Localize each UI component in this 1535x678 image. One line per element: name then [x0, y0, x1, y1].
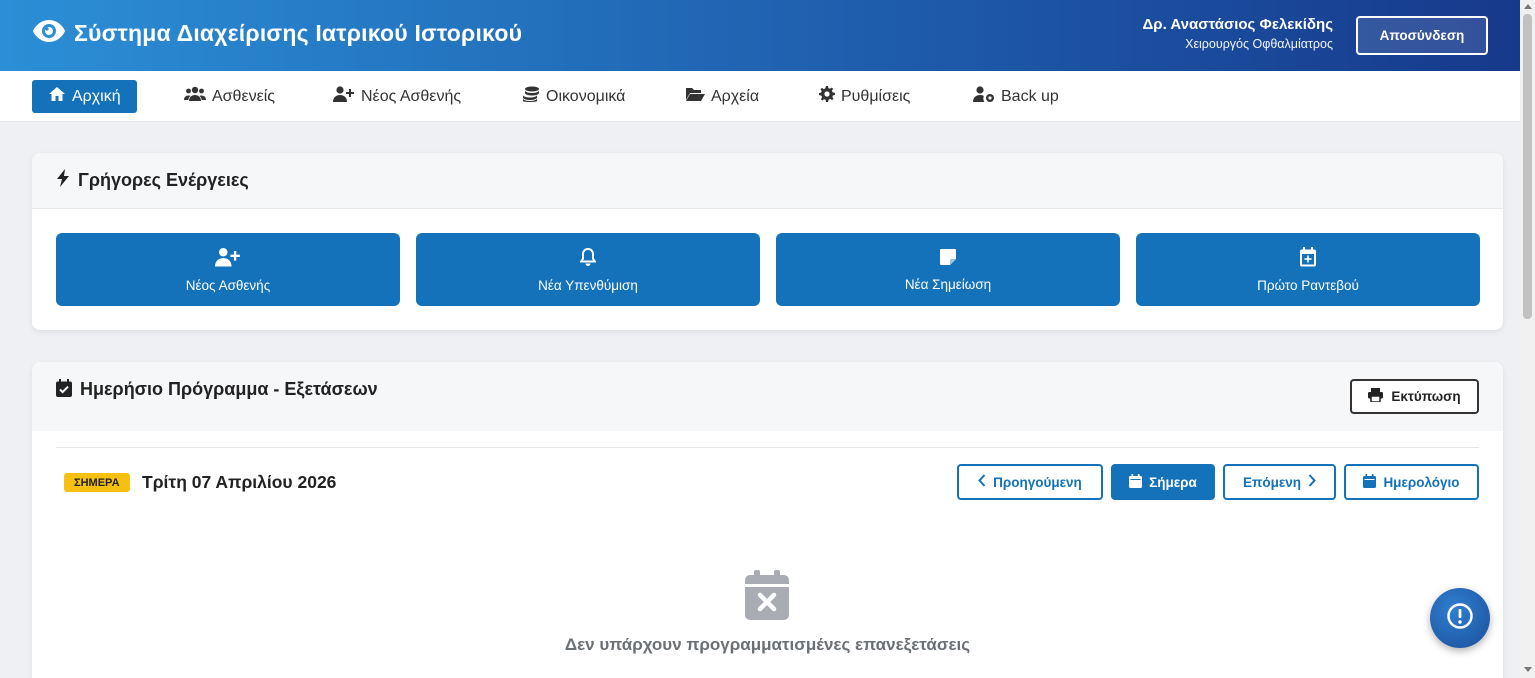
- gear-icon: [819, 86, 835, 107]
- quick-action-label: Πρώτο Ραντεβού: [1257, 277, 1359, 293]
- quick-actions-title: Γρήγορες Ενέργειες: [78, 170, 249, 190]
- brand: Σύστημα Διαχείρισης Ιατρικού Ιστορικού: [32, 18, 522, 49]
- nav-item-label: Οικονομικά: [546, 87, 626, 105]
- calendar-button[interactable]: Ημερολόγιο: [1344, 464, 1479, 500]
- nav-item-new-patient[interactable]: Νέος Ασθενής: [329, 80, 465, 113]
- current-date: Τρίτη 07 Απριλίου 2026: [142, 472, 337, 492]
- calendar-check-icon: [56, 379, 72, 402]
- next-day-button[interactable]: Επόμενη: [1223, 464, 1336, 500]
- nav-item-label: Αρχική: [72, 87, 121, 105]
- nav-item-label: Back up: [1001, 87, 1059, 105]
- printer-icon: [1368, 388, 1384, 405]
- user-plus-icon: [333, 86, 355, 107]
- scroll-down-arrow-icon[interactable]: [1524, 667, 1532, 672]
- bell-icon: [579, 247, 597, 272]
- calendar-x-icon: [745, 570, 789, 625]
- previous-label: Προηγούμενη: [993, 474, 1082, 490]
- user-name: Δρ. Αναστάσιος Φελεκίδης: [1142, 16, 1333, 33]
- user-info: Δρ. Αναστάσιος Φελεκίδης Χειρουργός Οφθα…: [1143, 16, 1333, 51]
- exclamation-circle-icon: [1446, 602, 1474, 635]
- app-header: Σύστημα Διαχείρισης Ιατρικού Ιστορικού Δ…: [0, 0, 1520, 71]
- print-button[interactable]: Εκτύπωση: [1350, 379, 1479, 414]
- calendar-icon: [1363, 473, 1377, 491]
- logout-button[interactable]: Αποσύνδεση: [1356, 16, 1488, 55]
- nav-item-label: Ασθενείς: [212, 87, 275, 105]
- bolt-icon: [56, 169, 70, 192]
- users-icon: [184, 86, 206, 107]
- main-nav: Αρχική Ασθενείς Νέος Ασθενής Οικονομικά …: [0, 71, 1520, 122]
- quick-actions-header: Γρήγορες Ενέργειες: [32, 153, 1503, 209]
- quick-new-note-button[interactable]: Νέα Σημείωση: [776, 233, 1120, 306]
- quick-new-patient-button[interactable]: Νέος Ασθενής: [56, 233, 400, 306]
- chevron-right-icon: [1308, 474, 1316, 490]
- user-cog-icon: [973, 86, 995, 107]
- alert-fab-button[interactable]: [1430, 588, 1490, 648]
- calendar-icon: [1129, 473, 1143, 491]
- quick-actions-card: Γρήγορες Ενέργειες Νέος Ασθενής Νέα Υπεν…: [32, 153, 1503, 330]
- schedule-title: Ημερήσιο Πρόγραμμα - Εξετάσεων: [80, 379, 378, 399]
- user-role: Χειρουργός Οφθαλμίατρος: [1185, 37, 1333, 51]
- user-plus-icon: [215, 247, 241, 272]
- quick-first-appointment-button[interactable]: Πρώτο Ραντεβού: [1136, 233, 1480, 306]
- calendar-label: Ημερολόγιο: [1383, 474, 1460, 490]
- schedule-header: Ημερήσιο Πρόγραμμα - Εξετάσεων: [32, 362, 1503, 431]
- app-title: Σύστημα Διαχείρισης Ιατρικού Ιστορικού: [74, 20, 523, 46]
- scroll-up-arrow-icon[interactable]: [1524, 4, 1532, 9]
- quick-new-reminder-button[interactable]: Νέα Υπενθύμιση: [416, 233, 760, 306]
- scroll-thumb[interactable]: [1523, 14, 1532, 319]
- empty-schedule-message: Δεν υπάρχουν προγραμματισμένες επανεξετά…: [564, 635, 971, 654]
- nav-item-label: Ρυθμίσεις: [841, 87, 911, 105]
- next-label: Επόμενη: [1242, 474, 1301, 490]
- nav-item-backup[interactable]: Back up: [969, 80, 1063, 113]
- nav-item-settings[interactable]: Ρυθμίσεις: [815, 80, 914, 113]
- daily-schedule-card: Ημερήσιο Πρόγραμμα - Εξετάσεων Εκτύπωση …: [32, 362, 1503, 678]
- quick-action-label: Νέα Υπενθύμιση: [538, 277, 638, 293]
- nav-item-files[interactable]: Αρχεία: [681, 80, 763, 113]
- nav-item-finance[interactable]: Οικονομικά: [518, 80, 629, 113]
- eye-icon: [32, 18, 66, 49]
- today-label: Σήμερα: [1149, 474, 1197, 490]
- calendar-plus-icon: [1299, 246, 1317, 272]
- nav-item-label: Νέος Ασθενής: [361, 87, 462, 105]
- folder-open-icon: [685, 86, 705, 107]
- nav-item-patients[interactable]: Ασθενείς: [180, 80, 279, 113]
- previous-day-button[interactable]: Προηγούμενη: [957, 464, 1103, 500]
- home-icon: [48, 86, 66, 107]
- page-scrollbar[interactable]: [1520, 0, 1535, 678]
- chevron-left-icon: [978, 474, 986, 490]
- quick-action-label: Νέος Ασθενής: [185, 277, 271, 293]
- nav-item-label: Αρχεία: [711, 87, 760, 105]
- print-label: Εκτύπωση: [1391, 389, 1461, 404]
- sticky-note-icon: [939, 248, 957, 271]
- quick-action-label: Νέα Σημείωση: [904, 276, 992, 292]
- nav-item-home[interactable]: Αρχική: [32, 80, 137, 113]
- today-button[interactable]: Σήμερα: [1111, 464, 1215, 500]
- divider: [56, 447, 1479, 448]
- coins-icon: [522, 86, 540, 107]
- today-badge: ΣΗΜΕΡΑ: [64, 473, 130, 492]
